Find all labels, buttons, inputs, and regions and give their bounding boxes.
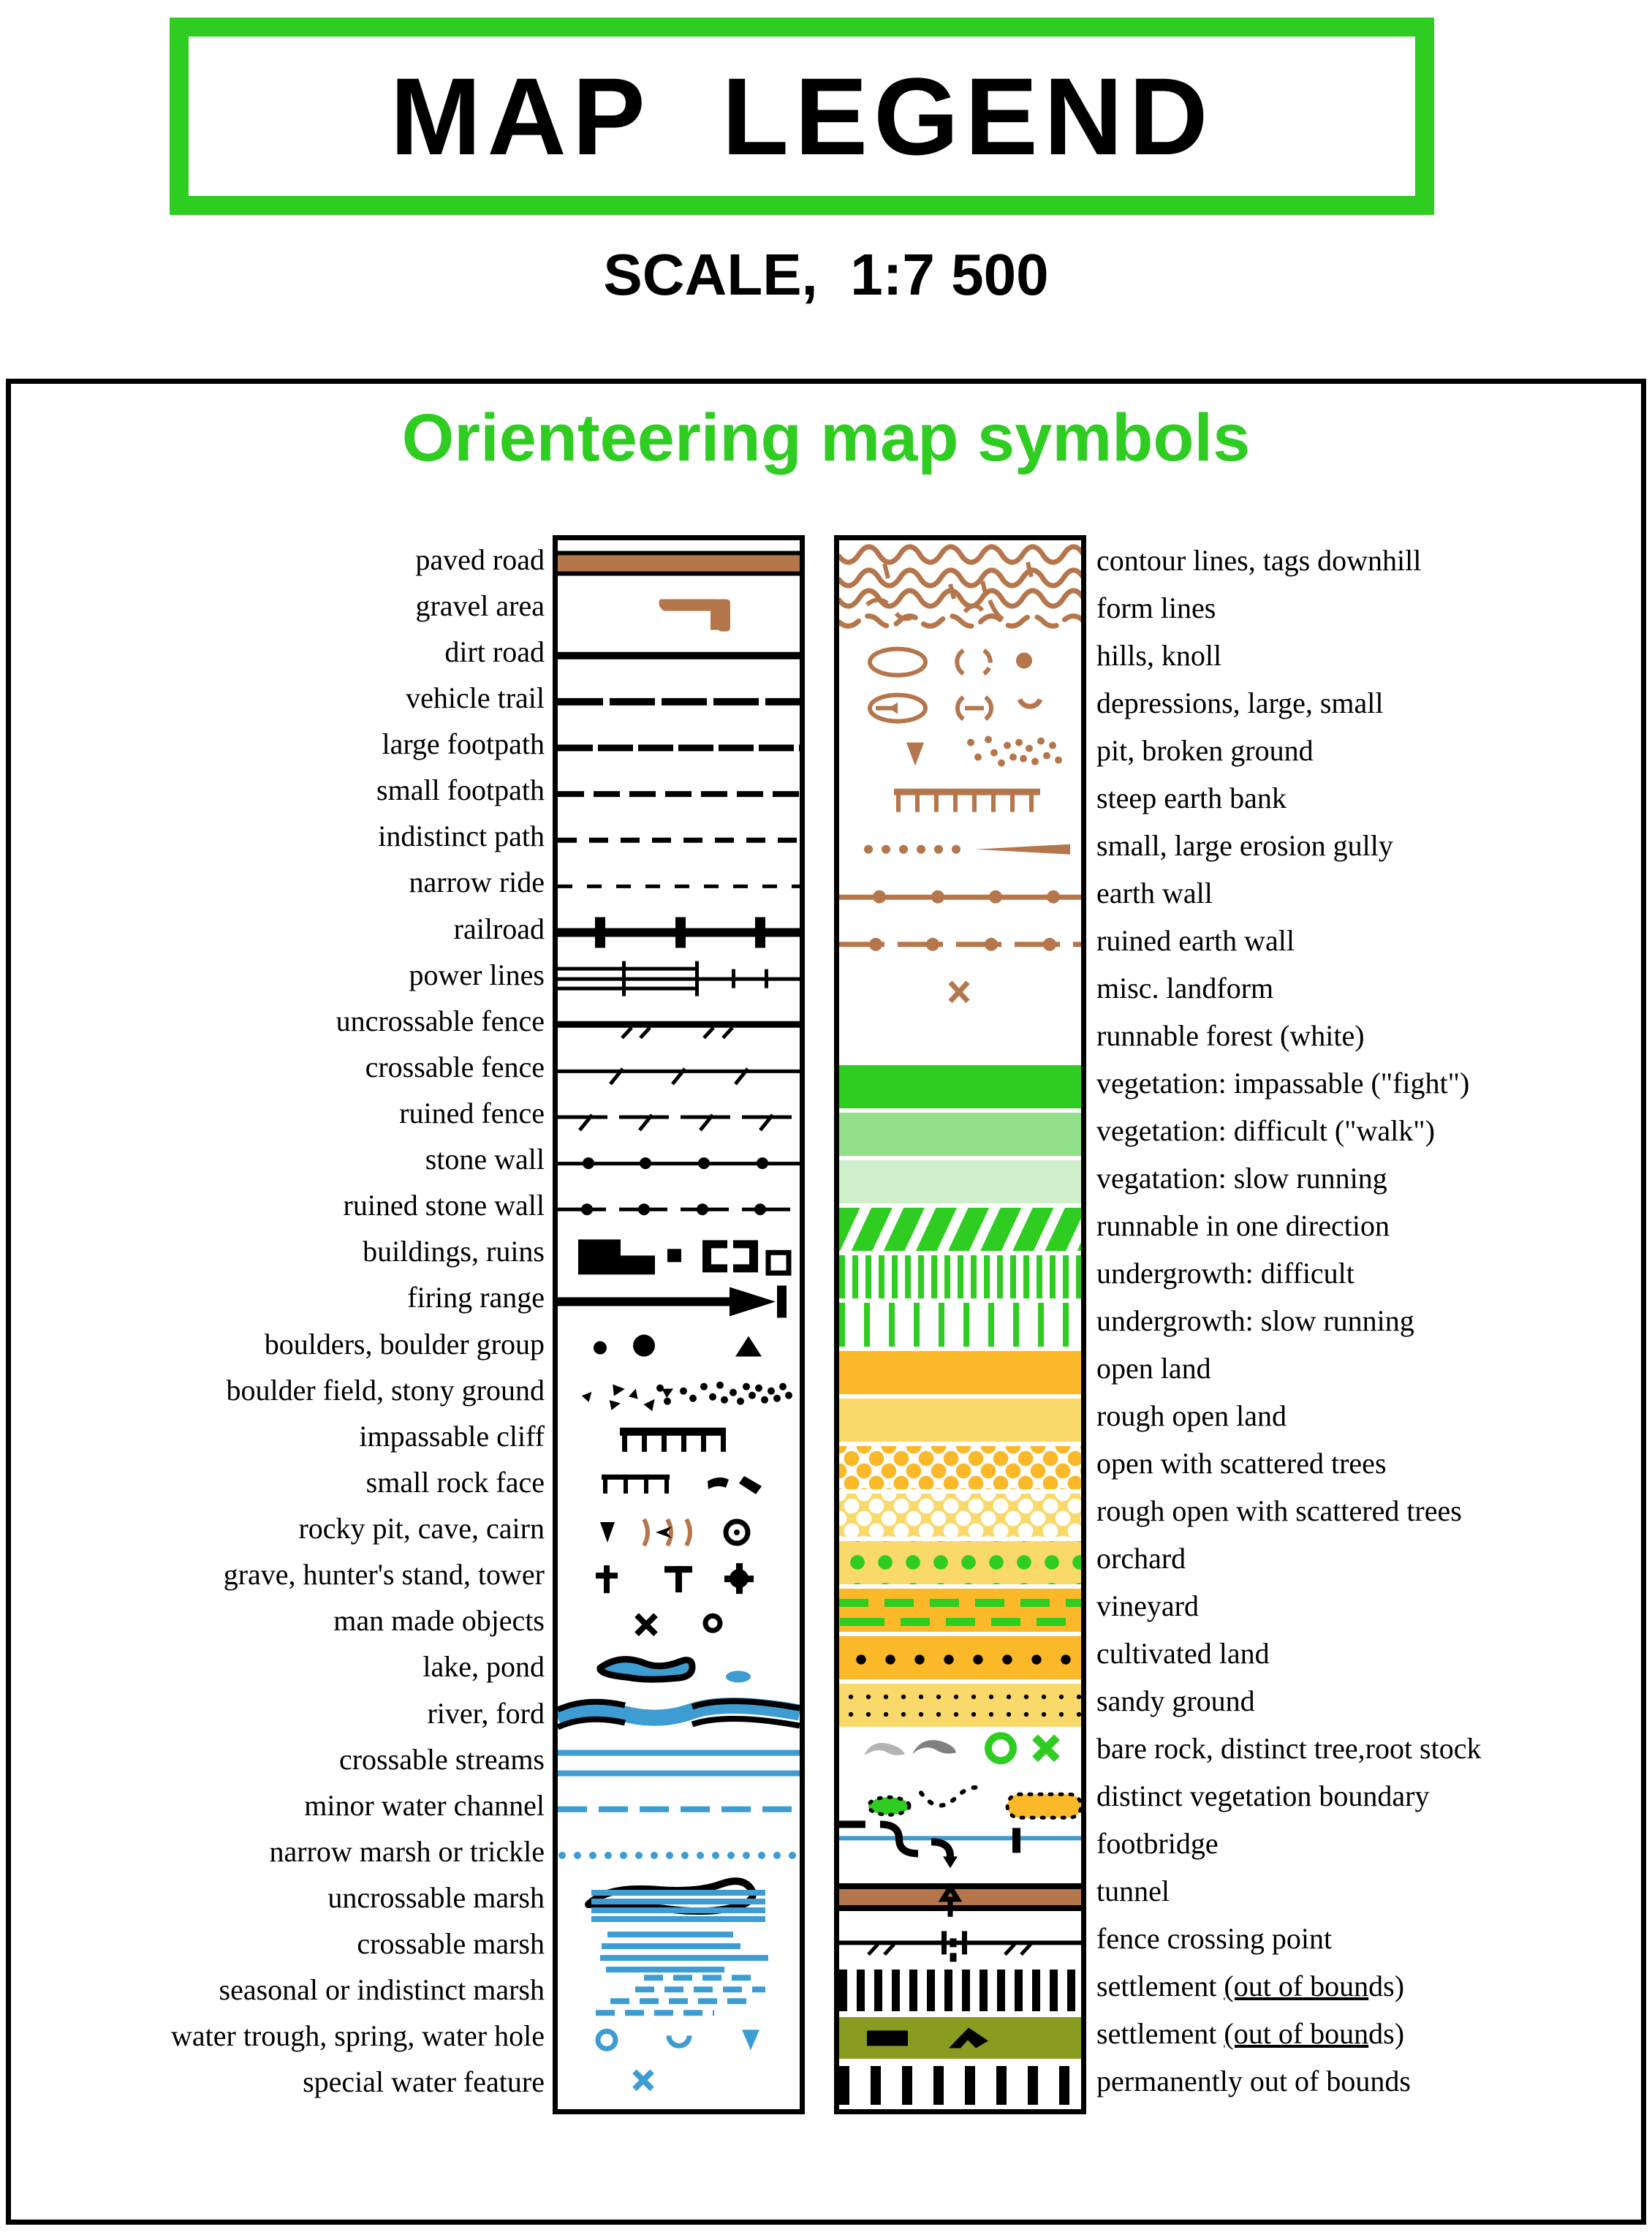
right-label-hills-knoll: hills, knoll [1096, 638, 1222, 672]
right-label-vineyard: vineyard [1096, 1589, 1199, 1623]
right-label-open-scattered-trees: open with scattered trees [1096, 1447, 1387, 1480]
left-label-small-rock-face: small rock face [365, 1465, 545, 1499]
right-label-tunnel: tunnel [1096, 1874, 1170, 1908]
left-label-narrow-marsh: narrow marsh or trickle [269, 1834, 545, 1868]
left-label-small-footpath: small footpath [376, 773, 545, 807]
right-label-contour-lines: contour lines, tags downhill [1096, 543, 1422, 577]
scale-text: SCALE, 1:7 500 [603, 242, 1049, 307]
right-label-settlement-out-of-bounds-2: settlement (out of bounds) [1096, 2017, 1405, 2051]
left-label-firing-range: firing range [407, 1281, 545, 1314]
left-label-railroad: railroad [453, 912, 545, 945]
left-label-crossable-marsh: crossable marsh [357, 1927, 545, 1961]
left-label-uncrossable-marsh: uncrossable marsh [327, 1880, 545, 1914]
page-title: MAP LEGEND [390, 55, 1214, 178]
left-label-grave-hunters-stand-tower: grave, hunter's stand, tower [223, 1558, 545, 1592]
left-label-ruined-fence: ruined fence [399, 1096, 545, 1130]
left-symbol-box [553, 535, 805, 2114]
right-label-undergrowth-slow: undergrowth: slow running [1096, 1304, 1414, 1337]
left-label-lake-pond: lake, pond [423, 1650, 545, 1684]
right-label-depressions: depressions, large, small [1096, 686, 1384, 719]
left-label-stone-wall: stone wall [425, 1143, 545, 1176]
left-label-boulders: boulders, boulder group [264, 1327, 545, 1361]
right-label-distinct-vegetation-boundary: distinct vegetation boundary [1096, 1779, 1430, 1813]
right-label-footbridge: footbridge [1096, 1827, 1219, 1861]
right-symbol-box [834, 535, 1086, 2114]
left-label-narrow-ride: narrow ride [409, 866, 545, 899]
left-symbol-graphics [558, 551, 800, 2092]
left-label-power-lines: power lines [409, 958, 545, 991]
left-label-man-made-objects: man made objects [333, 1604, 545, 1638]
right-label-steep-earth-bank: steep earth bank [1096, 781, 1287, 814]
left-label-vehicle-trail: vehicle trail [406, 681, 545, 714]
title-frame: MAP LEGEND [170, 18, 1434, 215]
right-label-erosion-gully: small, large erosion gully [1096, 828, 1393, 862]
left-label-crossable-streams: crossable streams [338, 1742, 545, 1776]
right-label-ruined-earth-wall: ruined earth wall [1096, 923, 1295, 957]
left-label-ruined-stone-wall: ruined stone wall [343, 1189, 545, 1222]
left-label-dirt-road: dirt road [444, 635, 545, 668]
left-label-seasonal-marsh: seasonal or indistinct marsh [219, 1973, 545, 2007]
right-label-runnable-one-direction: runnable in one direction [1096, 1208, 1390, 1242]
legend-subtitle: Orienteering map symbols [401, 401, 1251, 475]
right-label-open-land: open land [1096, 1352, 1211, 1385]
left-label-boulder-field: boulder field, stony ground [226, 1373, 545, 1407]
right-label-rough-open-land: rough open land [1096, 1399, 1287, 1433]
left-label-buildings-ruins: buildings, ruins [363, 1235, 545, 1268]
legend-frame: Orienteering map symbols paved road grave… [6, 379, 1646, 2225]
right-label-vegetation-impassable: vegetation: impassable ("fight") [1096, 1066, 1470, 1100]
left-label-water-trough-spring: water trough, spring, water hole [171, 2019, 545, 2053]
right-label-orchard: orchard [1096, 1542, 1186, 1575]
right-label-vegetation-difficult: vegetation: difficult ("walk") [1096, 1113, 1435, 1147]
left-label-river-ford: river, ford [427, 1696, 545, 1730]
left-label-large-footpath: large footpath [382, 727, 545, 761]
left-label-minor-water-channel: minor water channel [304, 1788, 545, 1822]
left-label-gravel-area: gravel area [415, 589, 545, 622]
right-label-fence-crossing-point: fence crossing point [1096, 1922, 1333, 1956]
left-label-uncrossable-fence: uncrossable fence [336, 1004, 545, 1037]
right-label-permanently-out-of-bounds: permanently out of bounds [1096, 2065, 1411, 2098]
legend-header: MAP LEGEND SCALE, 1:7 500 [0, 0, 1652, 366]
left-label-indistinct-path: indistinct path [378, 820, 545, 853]
right-label-pit-broken-ground: pit, broken ground [1096, 733, 1314, 767]
right-label-misc-landform: misc. landform [1096, 971, 1274, 1005]
left-label-paved-road: paved road [415, 542, 545, 576]
left-label-rocky-pit-cave-cairn: rocky pit, cave, cairn [298, 1512, 545, 1546]
left-label-impassable-cliff: impassable cliff [359, 1419, 545, 1453]
left-label-crossable-fence: crossable fence [365, 1050, 545, 1083]
right-symbol-graphics [839, 544, 1081, 2048]
left-label-special-water-feature: special water feature [303, 2065, 545, 2099]
right-label-sandy-ground: sandy ground [1096, 1684, 1255, 1718]
right-label-vegetation-slow-running: vegatation: slow running [1096, 1161, 1387, 1195]
right-label-cultivated-land: cultivated land [1096, 1637, 1270, 1671]
right-label-runnable-forest: runnable forest (white) [1096, 1018, 1365, 1052]
right-label-undergrowth-difficult: undergrowth: difficult [1096, 1256, 1354, 1290]
right-label-form-lines: form lines [1096, 591, 1216, 624]
right-label-rough-open-scattered-trees: rough open with scattered trees [1096, 1494, 1462, 1528]
right-label-settlement-out-of-bounds-1: settlement (out of bounds) [1096, 1970, 1405, 2003]
right-label-earth-wall: earth wall [1096, 876, 1213, 909]
right-label-bare-rock-distinct-tree: bare rock, distinct tree,root stock [1096, 1732, 1482, 1766]
